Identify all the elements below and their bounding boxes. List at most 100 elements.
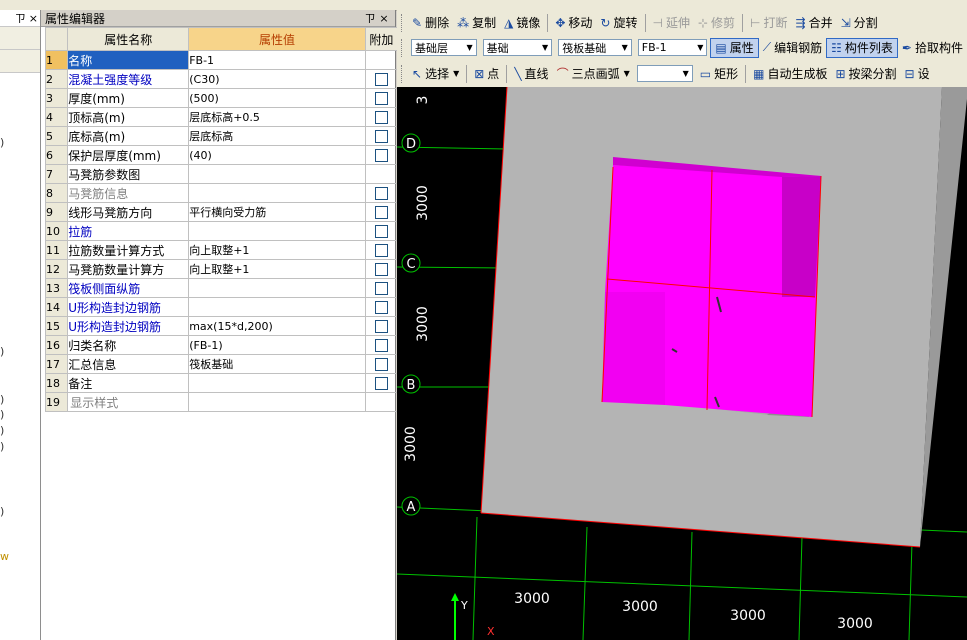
close-icon[interactable]: × [29, 12, 38, 25]
split-button[interactable]: ⇲ 分割 [837, 12, 882, 34]
property-value[interactable] [188, 373, 366, 393]
property-row[interactable]: 14 U形构造封边钢筋 [44, 297, 399, 317]
property-name[interactable]: 混凝土强度等级 [67, 69, 190, 89]
extra-checkbox[interactable] [374, 339, 388, 352]
delete-button[interactable]: ✎ 删除 [408, 12, 453, 34]
property-row[interactable]: 10 拉筋 [44, 221, 399, 241]
property-value[interactable]: 向上取整+1 [188, 240, 366, 260]
viewport-canvas[interactable]: D C B A 3 3000 3000 3000 3000 3000 3000 … [397, 87, 967, 640]
property-value[interactable]: 平行横向受力筋 [188, 202, 366, 222]
merge-button[interactable]: ⇶ 合并 [792, 12, 837, 34]
property-value[interactable] [188, 297, 366, 317]
property-row[interactable]: 13 筏板侧面纵筋 [44, 278, 399, 298]
property-name[interactable]: 拉筋 [67, 221, 190, 241]
property-row[interactable]: 5 底标高(m) 层底标高 [44, 126, 399, 146]
property-name[interactable]: 拉筋数量计算方式 [67, 240, 190, 260]
pin-icon[interactable]: ㄗ [363, 10, 377, 26]
property-value[interactable]: 向上取整+1 [188, 259, 366, 279]
property-row[interactable]: 12 马凳筋数量计算方 向上取整+1 [44, 259, 399, 279]
property-name[interactable]: 马凳筋信息 [67, 183, 190, 203]
property-row[interactable]: 6 保护层厚度(mm) (40) [44, 145, 399, 165]
property-row[interactable]: 2 混凝土强度等级 (C30) [44, 69, 399, 89]
type-select[interactable]: 筏板基础 ▼ [558, 39, 632, 56]
pick-component-button[interactable]: ✒ 拾取构件 [898, 37, 967, 59]
property-value[interactable]: (40) [188, 145, 366, 165]
property-name[interactable]: 汇总信息 [67, 354, 190, 374]
property-value[interactable] [188, 221, 366, 241]
property-value[interactable]: FB-1 [188, 50, 366, 70]
property-value[interactable]: 筏板基础 [188, 354, 366, 374]
copy-button[interactable]: ⁂ 复制 [453, 12, 500, 34]
property-name[interactable]: 马凳筋数量计算方 [67, 259, 190, 279]
extra-checkbox[interactable] [374, 130, 388, 143]
extra-checkbox[interactable] [374, 111, 388, 124]
toolbar-grip[interactable] [401, 38, 405, 57]
toolbar-grip[interactable] [401, 13, 405, 32]
property-name[interactable]: U形构造封边钢筋 [67, 316, 190, 336]
property-row[interactable]: 18 备注 [44, 373, 399, 393]
property-name[interactable]: 厚度(mm) [67, 88, 190, 108]
property-value[interactable]: max(15*d,200) [188, 316, 366, 336]
settings-button[interactable]: ⊟ 设 [901, 63, 934, 85]
property-row[interactable]: 9 线形马凳筋方向 平行横向受力筋 [44, 202, 399, 222]
property-name[interactable]: 线形马凳筋方向 [67, 202, 190, 222]
property-value[interactable]: (FB-1) [188, 335, 366, 355]
rotate-button[interactable]: ↻ 旋转 [596, 12, 641, 34]
property-value[interactable] [188, 183, 366, 203]
mirror-button[interactable]: ◮ 镜像 [500, 12, 544, 34]
property-name[interactable]: 名称 [67, 50, 190, 70]
extra-checkbox[interactable] [374, 225, 388, 238]
property-name[interactable]: +显示样式 [67, 392, 190, 412]
property-row[interactable]: 19+显示样式 [44, 392, 399, 412]
property-name[interactable]: 筏板侧面纵筋 [67, 278, 190, 298]
component-select[interactable]: FB-1 ▼ [637, 39, 708, 56]
close-icon[interactable]: × [377, 12, 391, 25]
property-row[interactable]: 3 厚度(mm) (500) [44, 88, 399, 108]
property-name[interactable]: 顶标高(m) [67, 107, 190, 127]
extra-checkbox[interactable] [374, 320, 388, 333]
property-name[interactable]: 底标高(m) [67, 126, 190, 146]
extra-checkbox[interactable] [374, 92, 388, 105]
category-select[interactable]: 基础 ▼ [482, 39, 553, 56]
property-name[interactable]: 备注 [67, 373, 190, 393]
pin-icon[interactable]: ㄗ [15, 10, 26, 26]
line-button[interactable]: ╲ 直线 [510, 63, 552, 85]
extra-checkbox[interactable] [374, 282, 388, 295]
point-button[interactable]: ⊠ 点 [470, 63, 503, 85]
toolbar-grip[interactable] [401, 64, 405, 83]
property-name[interactable]: U形构造封边钢筋 [67, 297, 190, 317]
edit-rebar-button[interactable]: ⟋ 编辑钢筋 [759, 37, 826, 59]
rect-button[interactable]: ▭ 矩形 [696, 63, 742, 85]
component-list-button[interactable]: ☷ 构件列表 [826, 37, 898, 58]
split-by-beam-button[interactable]: ⊞ 按梁分割 [831, 63, 900, 85]
property-row[interactable]: 17 汇总信息 筏板基础 [44, 354, 399, 374]
select-button[interactable]: ↖ 选择 ▼ [408, 63, 463, 85]
property-value[interactable]: (500) [188, 88, 366, 108]
extra-checkbox[interactable] [374, 358, 388, 371]
trim-button[interactable]: ⊹ 修剪 [694, 12, 739, 34]
property-name[interactable]: 马凳筋参数图 [67, 164, 190, 184]
property-value[interactable] [188, 392, 366, 412]
move-button[interactable]: ✥ 移动 [551, 12, 596, 34]
property-value[interactable]: 层底标高+0.5 [188, 107, 366, 127]
property-row[interactable]: 7 马凳筋参数图 [44, 164, 399, 184]
layer-select[interactable]: 基础层 ▼ [410, 39, 477, 56]
property-row[interactable]: 15 U形构造封边钢筋 max(15*d,200) [44, 316, 399, 336]
property-value[interactable]: (C30) [188, 69, 366, 89]
extend-button[interactable]: ⊣ 延伸 [649, 12, 694, 34]
auto-slab-button[interactable]: ▦ 自动生成板 [749, 63, 831, 85]
extra-checkbox[interactable] [374, 263, 388, 276]
property-row[interactable]: 1 名称 FB-1 [44, 50, 399, 70]
property-row[interactable]: 16 归类名称 (FB-1) [44, 335, 399, 355]
property-value[interactable] [188, 164, 366, 184]
extra-checkbox[interactable] [374, 377, 388, 390]
extra-checkbox[interactable] [374, 73, 388, 86]
arc-button[interactable]: ⌒ 三点画弧 ▼ [553, 63, 634, 85]
break-button[interactable]: ⊢ 打断 [746, 12, 791, 34]
extra-checkbox[interactable] [374, 187, 388, 200]
property-row[interactable]: 8 马凳筋信息 [44, 183, 399, 203]
property-value[interactable]: 层底标高 [188, 126, 366, 146]
extra-checkbox[interactable] [374, 244, 388, 257]
draw-mode-select[interactable]: ▼ [636, 65, 693, 82]
property-value[interactable] [188, 278, 366, 298]
